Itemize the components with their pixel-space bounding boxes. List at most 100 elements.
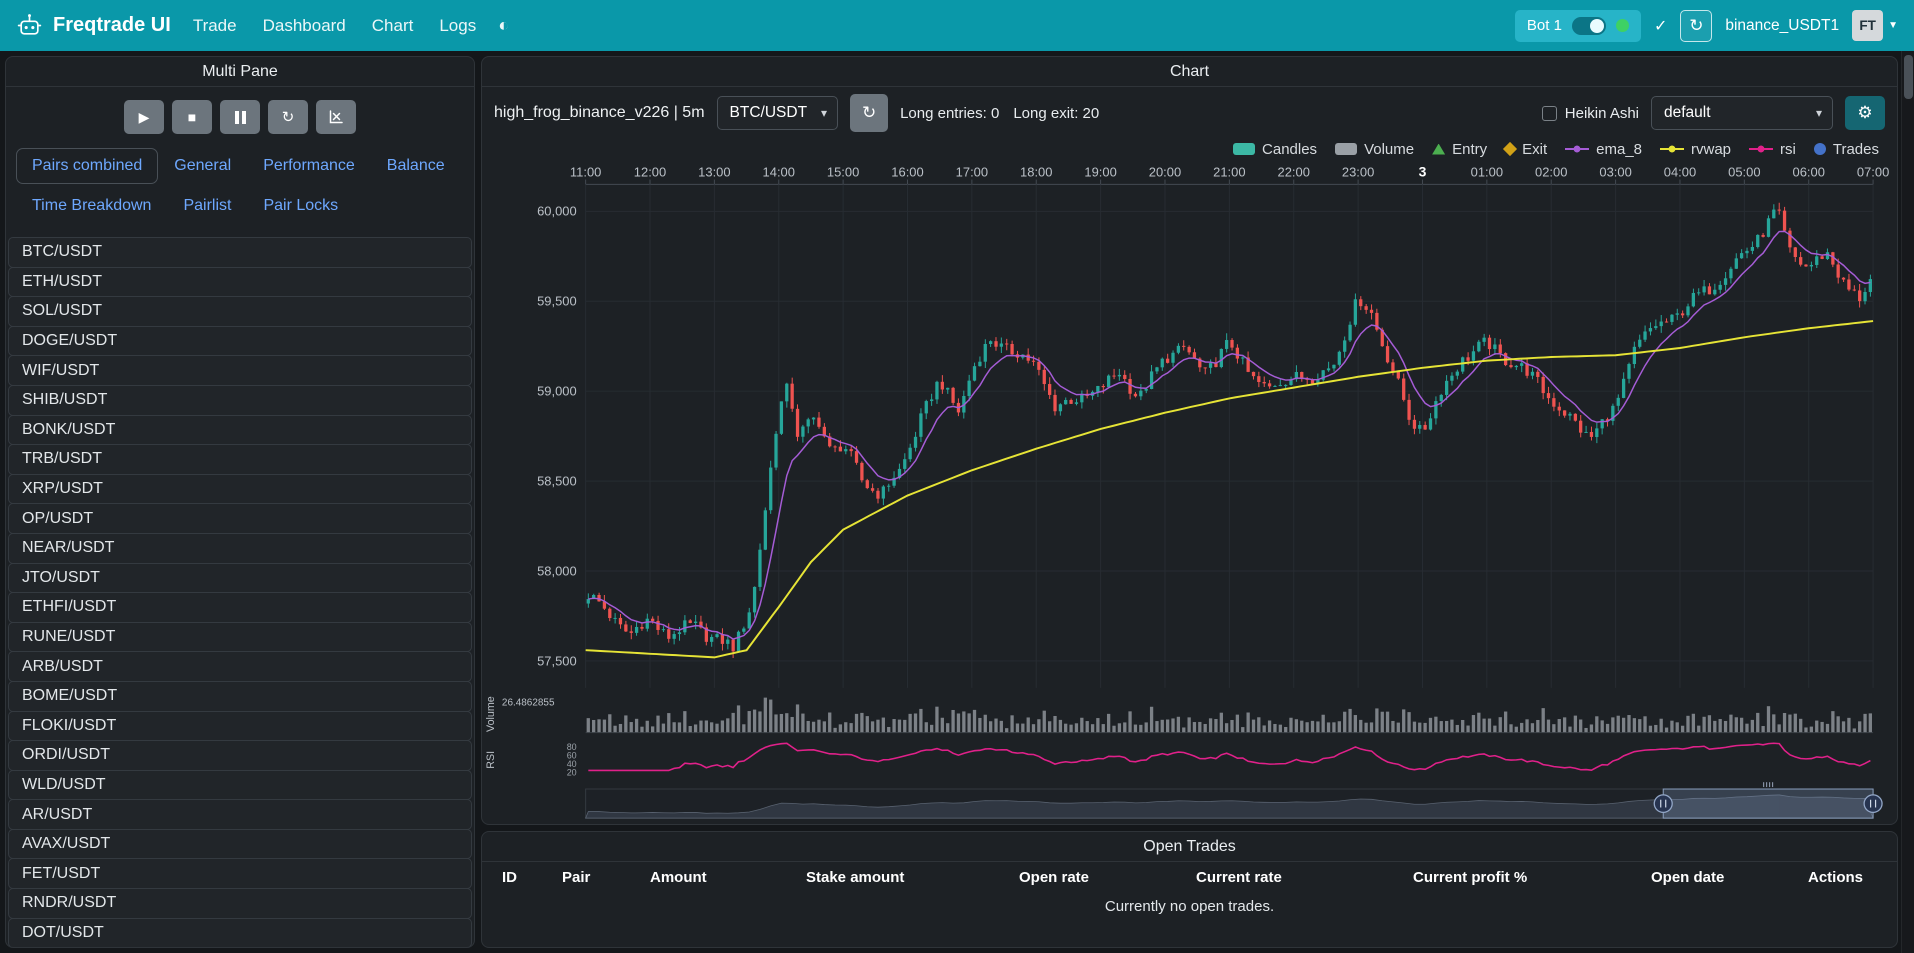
pair-item[interactable]: FLOKI/USDT <box>8 711 472 742</box>
pair-item[interactable]: AR/USDT <box>8 799 472 830</box>
column-header[interactable]: Current rate <box>1196 869 1413 886</box>
svg-text:RSI: RSI <box>485 751 497 769</box>
theme-toggle-icon[interactable]: ◐ <box>498 15 509 36</box>
tab-label: General <box>174 157 231 174</box>
refresh-icon: ↻ <box>282 108 295 126</box>
clear-chart-button[interactable] <box>316 100 356 134</box>
right-column: Chart high_frog_binance_v226 | 5m BTC/US… <box>481 56 1898 948</box>
pause-button[interactable] <box>220 100 260 134</box>
tab-label: Time Breakdown <box>32 197 151 214</box>
pair-item[interactable]: ARB/USDT <box>8 651 472 682</box>
datazoom-handle-right[interactable] <box>1864 795 1882 812</box>
datazoom-handle-left[interactable] <box>1654 795 1672 812</box>
pair-item[interactable]: DOT/USDT <box>8 918 472 948</box>
legend-item[interactable]: ema_8 <box>1565 141 1642 158</box>
svg-text:58,500: 58,500 <box>537 474 577 489</box>
pair-item[interactable]: ETHFI/USDT <box>8 592 472 623</box>
chart-area[interactable]: 11:0012:0013:0014:0015:0016:0017:0018:00… <box>482 163 1897 824</box>
open-trades-header: Open Trades <box>482 832 1897 862</box>
user-menu[interactable]: FT ▼ <box>1852 10 1898 41</box>
pair-item[interactable]: SOL/USDT <box>8 296 472 327</box>
pair-item[interactable]: WIF/USDT <box>8 355 472 386</box>
pair-item[interactable]: FET/USDT <box>8 858 472 889</box>
pair-item[interactable]: BOME/USDT <box>8 681 472 712</box>
nav-link[interactable]: Logs <box>439 16 476 36</box>
tab-label: Balance <box>387 157 445 174</box>
multi-pane-header: Multi Pane <box>6 57 474 87</box>
legend-swatch-icon <box>1749 144 1773 154</box>
legend-item[interactable]: Candles <box>1233 141 1317 158</box>
pair-item[interactable]: BONK/USDT <box>8 415 472 446</box>
pair-item[interactable]: ETH/USDT <box>8 267 472 298</box>
legend-item[interactable]: Trades <box>1814 141 1879 158</box>
column-header[interactable]: Open rate <box>1019 869 1196 886</box>
pair-label: ETH/USDT <box>22 273 102 291</box>
legend-item[interactable]: rvwap <box>1660 141 1731 158</box>
pair-label: SHIB/USDT <box>22 391 107 409</box>
nav-link[interactable]: Chart <box>372 16 414 36</box>
legend-item[interactable]: Entry <box>1432 141 1487 158</box>
legend-label: ema_8 <box>1596 141 1642 158</box>
svg-text:03:00: 03:00 <box>1599 165 1631 180</box>
pair-label: WIF/USDT <box>22 362 99 380</box>
tab[interactable]: Performance <box>247 148 371 184</box>
column-header[interactable]: Open date <box>1651 869 1808 886</box>
pair-item[interactable]: TRB/USDT <box>8 444 472 475</box>
pair-item[interactable]: SHIB/USDT <box>8 385 472 416</box>
pair-label: AVAX/USDT <box>22 835 110 853</box>
bot-toggle-switch[interactable] <box>1572 17 1606 35</box>
pair-item[interactable]: RUNE/USDT <box>8 622 472 653</box>
legend-swatch-icon <box>1335 143 1357 155</box>
volume-bars <box>587 698 1872 733</box>
legend-item[interactable]: Exit <box>1505 141 1547 158</box>
stop-button[interactable]: ■ <box>172 100 212 134</box>
refresh-button[interactable]: ↻ <box>268 100 308 134</box>
tab[interactable]: Time Breakdown <box>16 188 167 224</box>
column-header[interactable]: Stake amount <box>806 869 1019 886</box>
multi-pane-title: Multi Pane <box>202 63 278 81</box>
column-header[interactable]: Current profit % <box>1413 869 1651 886</box>
brand[interactable]: Freqtrade UI <box>16 12 171 39</box>
plot-config-value: default <box>1664 104 1711 122</box>
pair-item[interactable]: RNDR/USDT <box>8 888 472 919</box>
tab[interactable]: General <box>158 148 247 184</box>
pair-item[interactable]: DOGE/USDT <box>8 326 472 357</box>
heikin-ashi-checkbox[interactable] <box>1542 106 1557 121</box>
column-header[interactable]: Pair <box>562 869 650 886</box>
plot-settings-button[interactable]: ⚙ <box>1845 96 1885 130</box>
scrollbar-thumb[interactable] <box>1904 55 1913 99</box>
datazoom-selection[interactable] <box>1663 789 1873 818</box>
pair-item[interactable]: NEAR/USDT <box>8 533 472 564</box>
bot-selector[interactable]: Bot 1 <box>1515 10 1641 42</box>
pair-item[interactable]: WLD/USDT <box>8 770 472 801</box>
pair-item[interactable]: XRP/USDT <box>8 474 472 505</box>
column-header[interactable]: ID <box>502 869 562 886</box>
nav-link[interactable]: Trade <box>193 16 237 36</box>
legend-item[interactable]: rsi <box>1749 141 1796 158</box>
pair-item[interactable]: AVAX/USDT <box>8 829 472 860</box>
nav-link[interactable]: Dashboard <box>263 16 346 36</box>
chevron-down-icon: ▾ <box>1816 106 1822 120</box>
svg-text:01:00: 01:00 <box>1471 165 1503 180</box>
reload-icon: ↻ <box>1689 16 1703 36</box>
reload-bot-button[interactable]: ↻ <box>1680 10 1712 42</box>
pair-select[interactable]: BTC/USDT ▾ <box>717 96 839 130</box>
legend-swatch-icon <box>1565 144 1589 154</box>
tab[interactable]: Pairlist <box>167 188 247 224</box>
refresh-chart-button[interactable]: ↻ <box>850 94 888 132</box>
pair-item[interactable]: BTC/USDT <box>8 237 472 268</box>
tab[interactable]: Balance <box>371 148 461 184</box>
column-header[interactable]: Actions <box>1808 869 1897 886</box>
plot-config-select[interactable]: default ▾ <box>1651 96 1833 130</box>
pair-item[interactable]: ORDI/USDT <box>8 740 472 771</box>
column-header[interactable]: Amount <box>650 869 806 886</box>
pair-item[interactable]: JTO/USDT <box>8 563 472 594</box>
pair-label: BOME/USDT <box>22 687 117 705</box>
legend-item[interactable]: Volume <box>1335 141 1414 158</box>
open-trades-title: Open Trades <box>1143 838 1236 856</box>
play-button[interactable]: ▶ <box>124 100 164 134</box>
tab[interactable]: Pair Locks <box>247 188 354 224</box>
tab[interactable]: Pairs combined <box>16 148 158 184</box>
bot-online-dot <box>1616 19 1629 32</box>
pair-item[interactable]: OP/USDT <box>8 503 472 534</box>
